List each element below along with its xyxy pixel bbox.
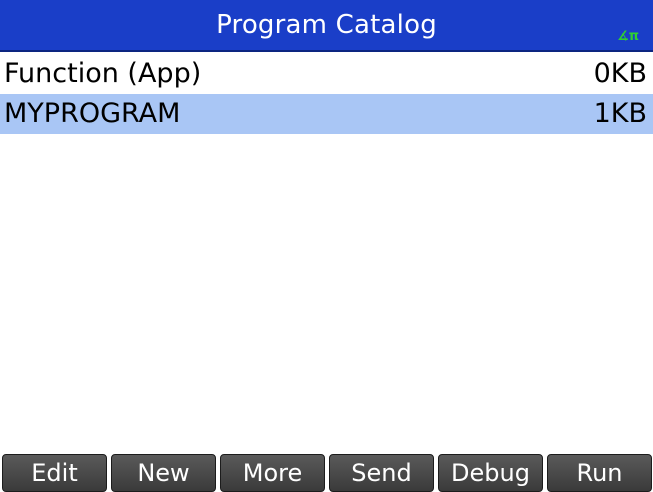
program-row-function-app[interactable]: Function (App) 0KB — [0, 54, 653, 94]
edit-button[interactable]: Edit — [2, 454, 107, 492]
program-list: Function (App) 0KB MYPROGRAM 1KB — [0, 54, 653, 134]
page-title: Program Catalog — [216, 10, 437, 40]
more-button[interactable]: More — [220, 454, 325, 492]
program-row-myprogram[interactable]: MYPROGRAM 1KB — [0, 94, 653, 134]
calculator-screen: Program Catalog ∡π Function (App) 0KB MY… — [0, 0, 653, 492]
run-button[interactable]: Run — [547, 454, 652, 492]
softkey-menu: Edit New More Send Debug Run — [0, 454, 653, 492]
program-name: MYPROGRAM — [4, 98, 181, 129]
debug-button[interactable]: Debug — [438, 454, 543, 492]
send-button[interactable]: Send — [329, 454, 434, 492]
new-button[interactable]: New — [111, 454, 216, 492]
title-bar: Program Catalog ∡π — [0, 0, 653, 52]
program-size: 0KB — [593, 58, 647, 89]
angle-mode-icon: ∡π — [617, 29, 639, 44]
program-size: 1KB — [593, 98, 647, 129]
program-name: Function (App) — [4, 58, 202, 89]
